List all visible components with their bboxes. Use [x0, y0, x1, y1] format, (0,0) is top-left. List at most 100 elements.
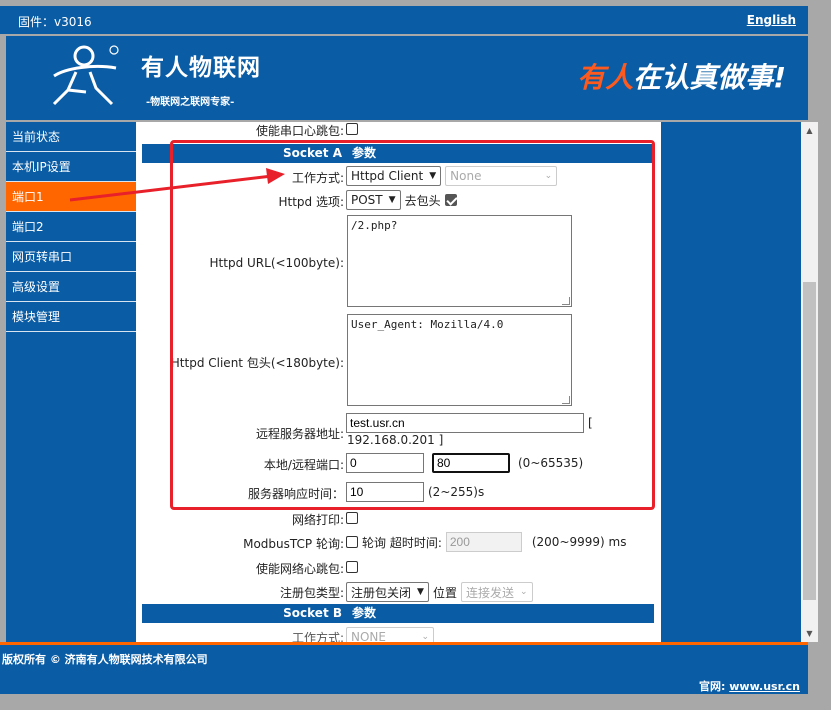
position-value: 连接发送: [465, 585, 514, 600]
local-port-input[interactable]: [346, 453, 424, 473]
httpd-header-label: Httpd Client 包头(<180byte):: [170, 356, 344, 370]
chevron-down-icon: ▼: [429, 171, 437, 181]
sidebar-item-port2[interactable]: 端口2: [6, 212, 136, 242]
socket-b-mode-label: 工作方式:: [291, 631, 344, 642]
register-type-row: 注册包类型: 注册包关闭 ▼ 位置 连接发送 ⌄: [136, 582, 656, 602]
net-print-checkbox[interactable]: [346, 512, 358, 524]
net-heartbeat-checkbox[interactable]: [346, 561, 358, 573]
work-mode-row: 工作方式: Httpd Client ▼ None ⌄: [136, 166, 656, 188]
modbus-poll-row: ModbusTCP 轮询: 轮询 超时时间: (200~9999) ms: [136, 531, 656, 553]
remote-server-ip: 192.168.0.201 ]: [347, 433, 444, 447]
work-mode-secondary-value: None: [450, 169, 482, 183]
brand-name: 有人物联网: [141, 55, 261, 81]
scrollbar-thumb[interactable]: [803, 282, 816, 600]
sidebar-nav: 当前状态 本机IP设置 端口1 端口2 网页转串口 高级设置 模块管理: [6, 122, 136, 642]
work-mode-value: Httpd Client: [351, 169, 424, 183]
socket-b-mode-value: NONE: [351, 630, 386, 642]
port-row: 本地/远程端口: (0~65535): [136, 452, 656, 474]
httpd-header-textarea[interactable]: User_Agent: Mozilla/4.0: [347, 314, 572, 406]
sidebar-item-web-to-serial[interactable]: 网页转串口: [6, 242, 136, 272]
httpd-option-label: Httpd 选项:: [278, 195, 344, 209]
chevron-down-icon: ⌄: [519, 587, 528, 597]
sidebar-item-advanced[interactable]: 高级设置: [6, 272, 136, 302]
net-print-row: 网络打印:: [136, 510, 656, 528]
right-pane: [661, 122, 801, 642]
modbus-poll-text: 轮询 超时时间:: [362, 535, 442, 550]
socket-b-suffix: 参数: [352, 606, 377, 620]
firmware-version: 固件：v3016: [18, 15, 92, 29]
sidebar-item-module-management[interactable]: 模块管理: [6, 302, 136, 332]
modbus-timeout-range: (200~9999) ms: [531, 535, 627, 549]
remote-server-bracket: [: [588, 416, 593, 430]
socket-a-suffix: 参数: [352, 146, 377, 160]
serial-heartbeat-row: 使能串口心跳包:: [136, 122, 656, 138]
remote-server-label: 远程服务器地址:: [255, 427, 344, 441]
httpd-method-value: POST: [351, 193, 383, 207]
slogan-highlight: 有人: [577, 61, 634, 94]
socket-b-mode-select[interactable]: NONE ⌄: [346, 627, 434, 642]
remote-port-input[interactable]: [432, 453, 510, 473]
position-label: 位置: [432, 585, 457, 600]
httpd-header-row: Httpd Client 包头(<180byte): User_Agent: M…: [136, 312, 656, 408]
settings-panel: 使能串口心跳包: Socket A 参数 工作方式: Httpd Client ▼…: [136, 122, 801, 642]
copyright-text: 版权所有 © 济南有人物联网技术有限公司: [2, 653, 208, 666]
site-label: 官网:: [699, 680, 726, 693]
scroll-up-icon[interactable]: ▲: [801, 122, 818, 139]
httpd-url-label: Httpd URL(<100byte):: [209, 256, 344, 270]
socket-b-title: Socket B: [283, 606, 342, 620]
official-site-link[interactable]: www.usr.cn: [729, 680, 800, 693]
port-range-hint: (0~65535): [518, 456, 584, 470]
strip-header-label: 去包头: [404, 193, 441, 208]
port-label: 本地/远程端口:: [263, 458, 344, 472]
position-select[interactable]: 连接发送 ⌄: [460, 582, 533, 602]
register-type-select[interactable]: 注册包关闭 ▼: [346, 582, 429, 602]
work-mode-select[interactable]: Httpd Client ▼: [346, 166, 442, 186]
sidebar-item-port1[interactable]: 端口1: [6, 182, 136, 212]
register-type-value: 注册包关闭: [351, 585, 412, 600]
response-time-range: (2~255)s: [428, 485, 485, 499]
modbus-timeout-input[interactable]: [445, 532, 522, 552]
remote-server-input[interactable]: [346, 413, 584, 433]
net-print-label: 网络打印:: [291, 513, 344, 527]
chevron-down-icon: ⌄: [544, 171, 553, 181]
response-time-input[interactable]: [346, 482, 424, 502]
response-time-label: 服务器响应时间：: [247, 487, 344, 501]
header-banner: 有人物联网 -物联网之联网专家- 有人在认真做事!: [6, 36, 808, 120]
chevron-down-icon: ⌄: [421, 632, 429, 642]
socket-a-header: Socket A 参数: [142, 144, 654, 163]
modbus-poll-checkbox[interactable]: [346, 536, 358, 548]
sidebar-item-ip-settings[interactable]: 本机IP设置: [6, 152, 136, 182]
official-site: 官网: www.usr.cn: [699, 678, 800, 694]
scroll-down-icon[interactable]: ▼: [801, 625, 818, 642]
net-heartbeat-row: 使能网络心跳包:: [136, 559, 656, 577]
sidebar-item-status[interactable]: 当前状态: [6, 122, 136, 152]
strip-header-checkbox[interactable]: [444, 194, 457, 206]
chevron-down-icon: ▼: [388, 195, 396, 205]
footer: 版权所有 © 济南有人物联网技术有限公司 官网: www.usr.cn: [0, 642, 808, 694]
work-mode-label: 工作方式:: [291, 171, 344, 185]
response-time-row: 服务器响应时间： (2~255)s: [136, 481, 656, 503]
serial-heartbeat-checkbox[interactable]: [346, 123, 358, 135]
slogan-text: 在认真做事!: [633, 61, 786, 94]
serial-heartbeat-label: 使能串口心跳包:: [255, 124, 344, 138]
register-type-label: 注册包类型:: [279, 586, 344, 600]
app-frame: 固件：v3016 English 有人物联网 -物联网之联网专家- 有人在认真做…: [0, 0, 831, 710]
httpd-url-row: Httpd URL(<100byte): /2.php?: [136, 214, 656, 310]
remote-server-row: 远程服务器地址: [ 192.168.0.201 ]: [136, 412, 656, 448]
net-heartbeat-label: 使能网络心跳包:: [255, 562, 344, 576]
httpd-url-textarea[interactable]: /2.php?: [347, 215, 572, 307]
top-bar: 固件：v3016 English: [0, 6, 808, 34]
socket-a-title: Socket A: [283, 146, 342, 160]
modbus-poll-label: ModbusTCP 轮询:: [243, 537, 344, 551]
brand-subtitle: -物联网之联网专家-: [146, 97, 235, 108]
vertical-scrollbar[interactable]: ▲ ▼: [801, 122, 818, 642]
socket-b-header: Socket B 参数: [142, 604, 654, 623]
slogan: 有人在认真做事!: [577, 56, 786, 96]
socket-b-mode-row: 工作方式: NONE ⌄: [136, 626, 656, 642]
english-link[interactable]: English: [747, 13, 796, 27]
usr-logo-icon: [52, 45, 119, 106]
httpd-option-row: Httpd 选项: POST ▼ 去包头: [136, 190, 656, 212]
chevron-down-icon: ▼: [417, 587, 424, 597]
httpd-method-select[interactable]: POST ▼: [346, 190, 401, 210]
work-mode-secondary-select[interactable]: None ⌄: [445, 166, 558, 186]
